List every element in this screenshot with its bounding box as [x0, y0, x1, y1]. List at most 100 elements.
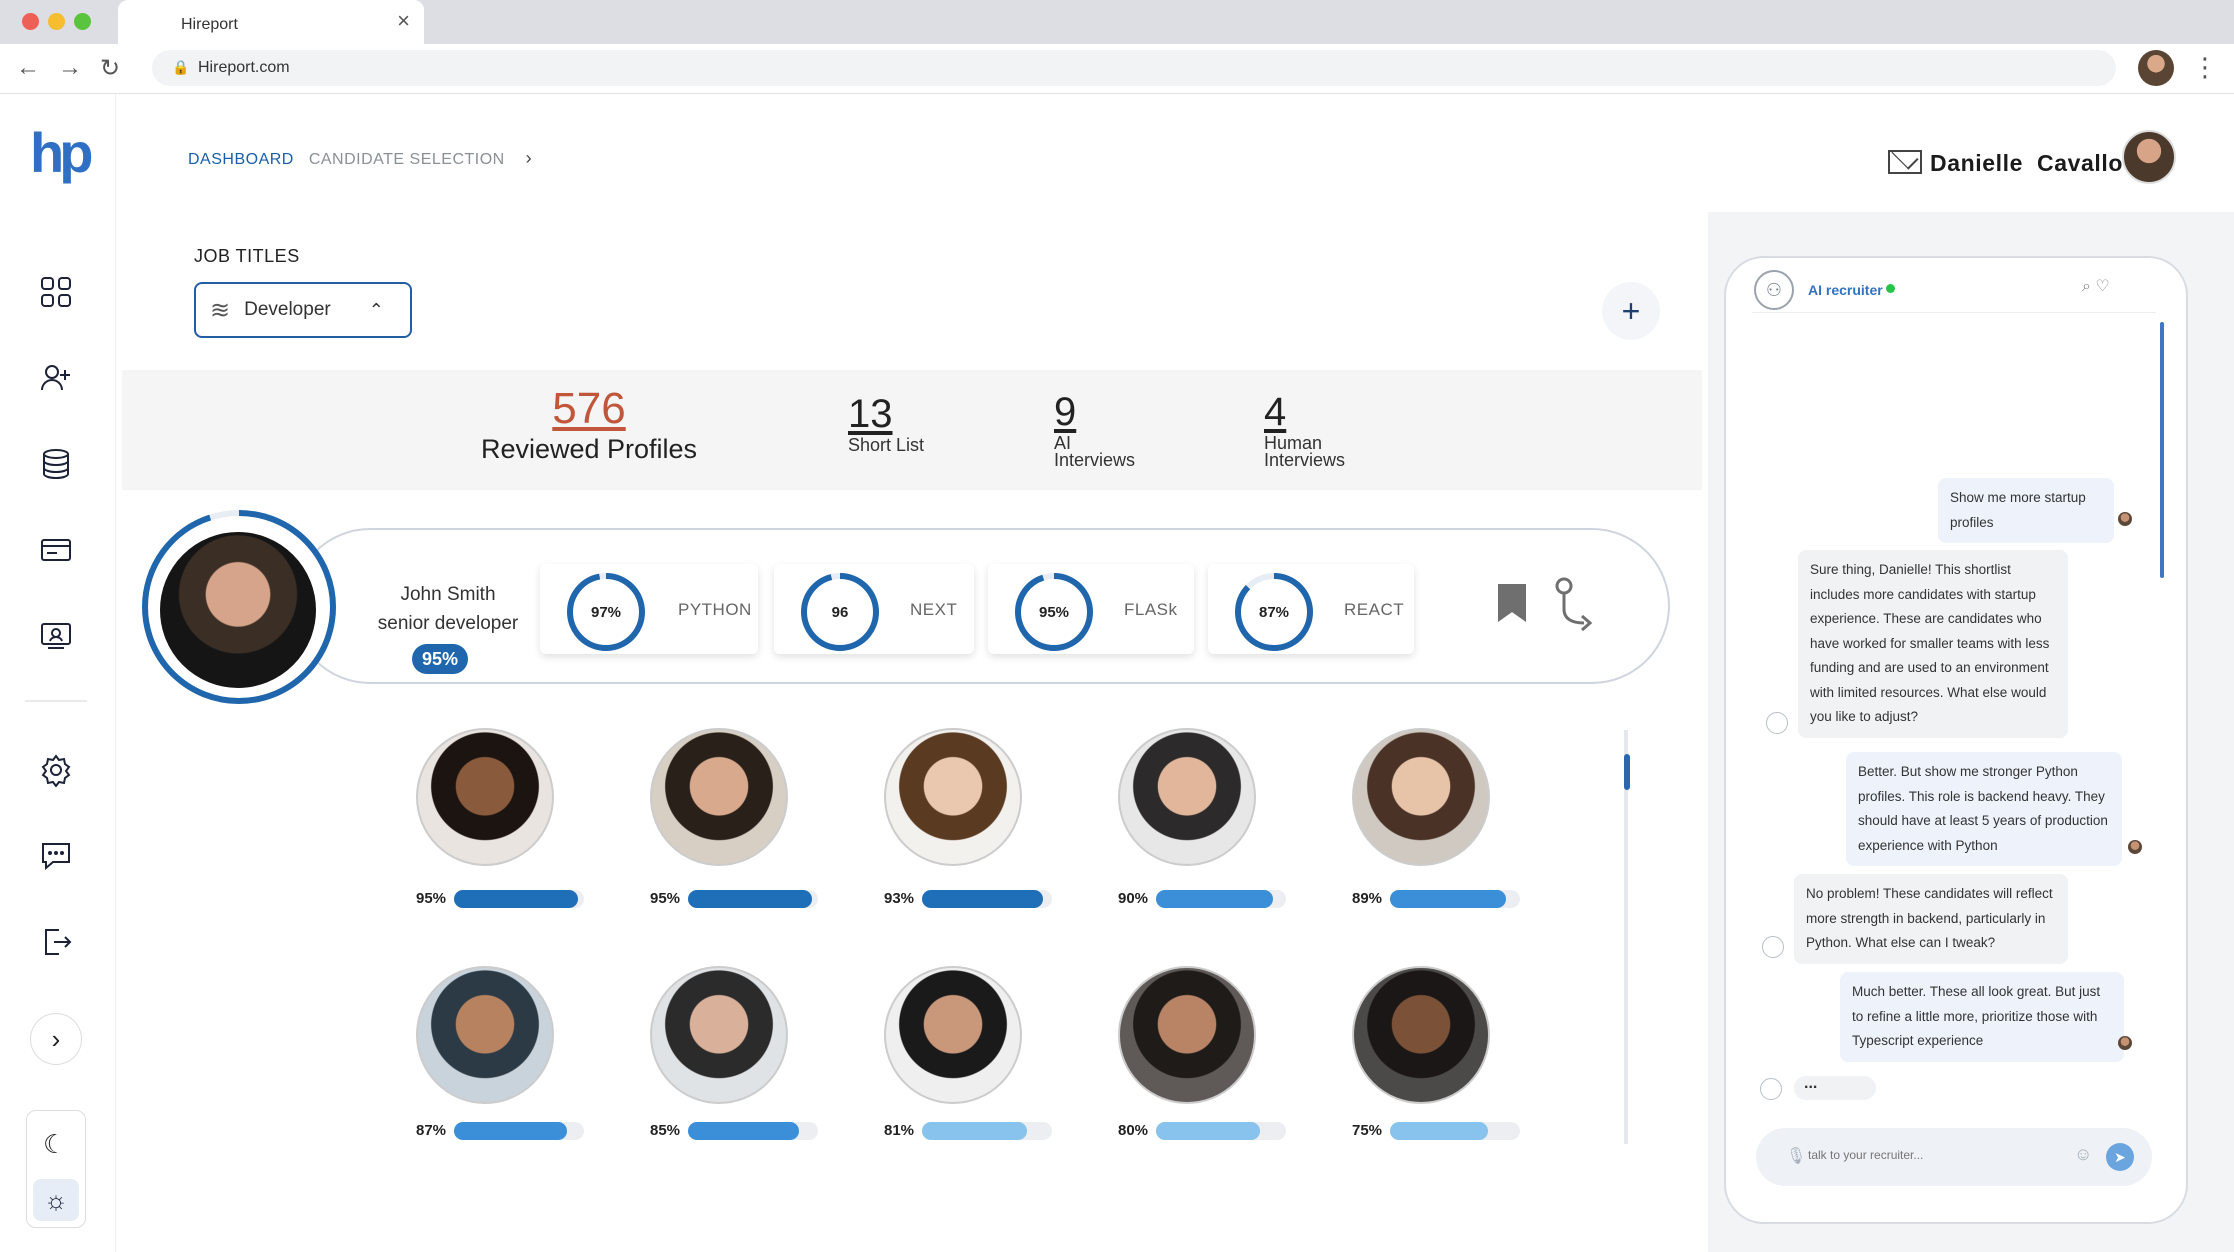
- user-avatar[interactable]: [2122, 130, 2176, 184]
- stat-reviewed-label: Reviewed Profiles: [480, 434, 698, 464]
- candidate-match-fill: [1156, 1122, 1260, 1140]
- settings-gear-icon[interactable]: [32, 746, 80, 794]
- reload-icon[interactable]: ↻: [100, 54, 120, 83]
- chat-message-bot: No problem! These candidates will reflec…: [1794, 874, 2068, 964]
- video-interview-icon[interactable]: [32, 612, 80, 660]
- stat-human-interviews[interactable]: 4 Human Interviews: [1264, 390, 1345, 469]
- candidate-match-percent: 80%: [1118, 1122, 1149, 1139]
- candidate-photo[interactable]: [1118, 966, 1256, 1104]
- candidate-match-bar: [1390, 1122, 1520, 1140]
- chat-title: AI recruiter: [1808, 282, 1883, 298]
- mail-icon[interactable]: [1888, 150, 1922, 174]
- candidate-match-fill: [1390, 890, 1506, 908]
- forward-arrow-icon[interactable]: →: [58, 54, 82, 82]
- candidate-match-bar: [454, 890, 584, 908]
- skill-card[interactable]: 95% FLASk: [988, 564, 1194, 654]
- address-bar[interactable]: 🔒 Hireport.com: [152, 50, 2116, 86]
- microphone-icon[interactable]: 🎙: [1786, 1146, 1806, 1166]
- heart-icon[interactable]: ♡: [2095, 278, 2109, 295]
- candidate-match-bar: [922, 1122, 1052, 1140]
- logo-text: hp: [30, 121, 93, 184]
- candidate-photo[interactable]: [1352, 966, 1490, 1104]
- chat-message-user: Show me more startup profiles: [1938, 478, 2114, 543]
- bot-mini-avatar: [1762, 936, 1784, 958]
- robot-icon: ⚇: [1754, 270, 1794, 310]
- maximize-window-button[interactable]: [74, 13, 91, 30]
- emoji-icon[interactable]: ☺: [2074, 1144, 2092, 1165]
- user-mini-avatar: [2118, 1036, 2132, 1050]
- skill-card[interactable]: 87% REACT: [1208, 564, 1414, 654]
- candidate-photo[interactable]: [416, 966, 554, 1104]
- stat-reviewed-count: 576: [552, 384, 626, 433]
- featured-candidate-role: senior developer: [377, 613, 519, 634]
- close-window-button[interactable]: [22, 13, 39, 30]
- featured-candidate-name: John Smith: [400, 584, 496, 605]
- candidate-grid-scrollbar[interactable]: [1624, 730, 1628, 1144]
- dashboard-grid-icon[interactable]: [32, 268, 80, 316]
- theme-toggle: ☾ ☼: [26, 1110, 86, 1228]
- candidate-match-bar: [922, 890, 1052, 908]
- expand-sidebar-chevron-icon[interactable]: ›: [30, 1013, 82, 1065]
- minimize-window-button[interactable]: [48, 13, 65, 30]
- candidate-photo[interactable]: [650, 966, 788, 1104]
- breadcrumb-dashboard[interactable]: DASHBOARD: [188, 151, 294, 168]
- candidate-photo[interactable]: [884, 966, 1022, 1104]
- skill-score: 97%: [590, 603, 622, 621]
- candidate-match-percent: 75%: [1352, 1122, 1383, 1139]
- breadcrumb-chevron-icon: ›: [525, 148, 533, 168]
- candidate-match-fill: [1156, 890, 1273, 908]
- candidate-photo[interactable]: [1118, 728, 1256, 866]
- candidate-photo[interactable]: [416, 728, 554, 866]
- stat-reviewed[interactable]: 576 Reviewed Profiles: [474, 384, 704, 464]
- chat-input[interactable]: [1808, 1148, 2058, 1162]
- chat-message-user: Better. But show me stronger Python prof…: [1846, 752, 2122, 866]
- candidate-match-fill: [454, 1122, 568, 1140]
- dark-mode-moon-icon[interactable]: ☾: [43, 1129, 66, 1160]
- bot-mini-avatar: [1760, 1078, 1782, 1100]
- light-mode-sun-icon[interactable]: ☼: [33, 1179, 79, 1221]
- user-mini-avatar: [2118, 512, 2132, 526]
- sidebar-divider: [25, 700, 87, 702]
- chevron-up-icon: ⌃: [368, 299, 384, 320]
- search-icon[interactable]: ⌕: [2082, 278, 2091, 295]
- database-icon[interactable]: [32, 440, 80, 488]
- chat-window: [1724, 256, 2188, 1224]
- browser-profile-avatar[interactable]: [2138, 50, 2174, 86]
- logout-icon[interactable]: [32, 918, 80, 966]
- breadcrumb-candidate-selection[interactable]: CANDIDATE SELECTION: [309, 151, 505, 168]
- browser-titlebar: Hireport ×: [0, 0, 2234, 46]
- browser-menu-icon[interactable]: ⋮: [2192, 52, 2218, 83]
- logo[interactable]: hp: [30, 120, 93, 185]
- stat-shortlist[interactable]: 13 Short List: [848, 392, 924, 454]
- browser-tab[interactable]: Hireport ×: [118, 0, 424, 46]
- stat-ai-interviews[interactable]: 9 AI Interviews: [1054, 390, 1135, 469]
- candidate-photo[interactable]: [884, 728, 1022, 866]
- candidate-match-percent: 95%: [650, 890, 681, 907]
- candidate-photo[interactable]: [1352, 728, 1490, 866]
- main-panel: [122, 212, 1708, 1252]
- card-icon[interactable]: [32, 526, 80, 574]
- chat-message-user: Much better. These all look great. But j…: [1840, 972, 2124, 1062]
- candidate-match-fill: [922, 890, 1043, 908]
- featured-candidate-photo[interactable]: [156, 528, 320, 692]
- chat-scrollbar[interactable]: [2160, 322, 2164, 578]
- job-title-select[interactable]: ≋ Developer ⌃: [194, 282, 412, 338]
- add-user-icon[interactable]: [32, 354, 80, 402]
- layers-icon: ≋: [210, 296, 231, 324]
- send-button[interactable]: ➤: [2106, 1143, 2134, 1171]
- tab-close-icon[interactable]: ×: [397, 8, 410, 34]
- candidate-grid-scroll-thumb[interactable]: [1624, 754, 1630, 790]
- back-arrow-icon[interactable]: ←: [16, 54, 40, 82]
- candidate-match-percent: 89%: [1352, 890, 1383, 907]
- add-job-button[interactable]: +: [1602, 282, 1660, 340]
- lock-icon: 🔒: [172, 59, 190, 75]
- skill-card[interactable]: 96 NEXT: [774, 564, 974, 654]
- chat-bubble-icon[interactable]: [32, 832, 80, 880]
- skill-card[interactable]: 97% PYTHON: [540, 564, 758, 654]
- stat-ai-count: 9: [1054, 390, 1077, 434]
- candidate-match-bar: [1156, 1122, 1286, 1140]
- job-titles-label: JOB TITLES: [194, 246, 300, 266]
- breadcrumb: DASHBOARD CANDIDATE SELECTION ›: [188, 148, 532, 169]
- pipeline-branch-icon[interactable]: [1552, 576, 1602, 638]
- candidate-photo[interactable]: [650, 728, 788, 866]
